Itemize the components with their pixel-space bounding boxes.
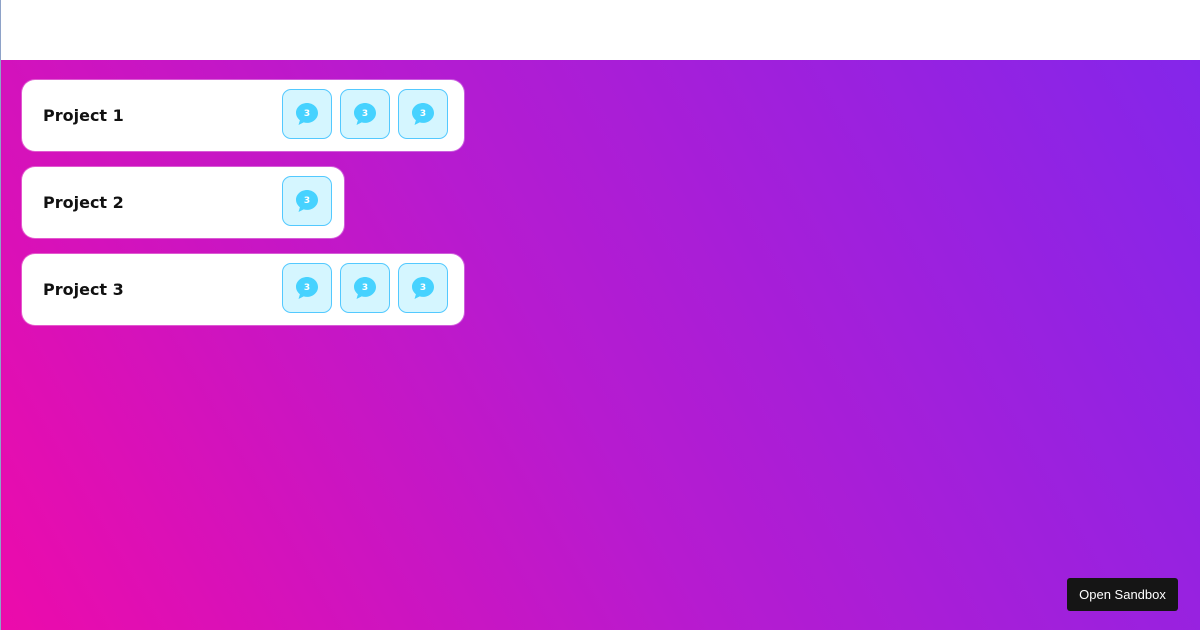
chat-bubble-icon: 3	[296, 277, 318, 299]
comment-count: 3	[362, 109, 368, 119]
chat-bubble-icon: 3	[296, 190, 318, 212]
project-card-3[interactable]: Project 3 3 3 3	[22, 254, 464, 325]
comment-chip[interactable]: 3	[282, 263, 332, 313]
comment-chip[interactable]: 3	[340, 89, 390, 139]
project-comment-chips: 3	[282, 176, 332, 226]
comment-count: 3	[304, 109, 310, 119]
project-comment-chips: 3 3 3	[282, 263, 448, 313]
comment-chip[interactable]: 3	[282, 176, 332, 226]
app-window: Project 1 3 3 3 Project 2 3 Project 3 3 …	[0, 0, 1200, 630]
chat-bubble-icon: 3	[412, 103, 434, 125]
comment-count: 3	[420, 109, 426, 119]
project-comment-chips: 3 3 3	[282, 89, 448, 139]
chat-bubble-icon: 3	[354, 103, 376, 125]
project-list: Project 1 3 3 3 Project 2 3 Project 3 3 …	[22, 80, 464, 325]
comment-count: 3	[420, 283, 426, 293]
project-title: Project 1	[43, 106, 124, 125]
project-title: Project 2	[43, 193, 124, 212]
comment-chip[interactable]: 3	[398, 89, 448, 139]
comment-count: 3	[304, 196, 310, 206]
comment-chip[interactable]: 3	[398, 263, 448, 313]
comment-count: 3	[362, 283, 368, 293]
comment-count: 3	[304, 283, 310, 293]
chat-bubble-icon: 3	[412, 277, 434, 299]
top-blank-area	[1, 0, 1200, 60]
comment-chip[interactable]: 3	[282, 89, 332, 139]
chat-bubble-icon: 3	[296, 103, 318, 125]
project-card-1[interactable]: Project 1 3 3 3	[22, 80, 464, 151]
comment-chip[interactable]: 3	[340, 263, 390, 313]
project-title: Project 3	[43, 280, 124, 299]
project-card-2[interactable]: Project 2 3	[22, 167, 344, 238]
project-board: Project 1 3 3 3 Project 2 3 Project 3 3 …	[1, 60, 1200, 630]
open-sandbox-button[interactable]: Open Sandbox	[1067, 578, 1178, 611]
chat-bubble-icon: 3	[354, 277, 376, 299]
